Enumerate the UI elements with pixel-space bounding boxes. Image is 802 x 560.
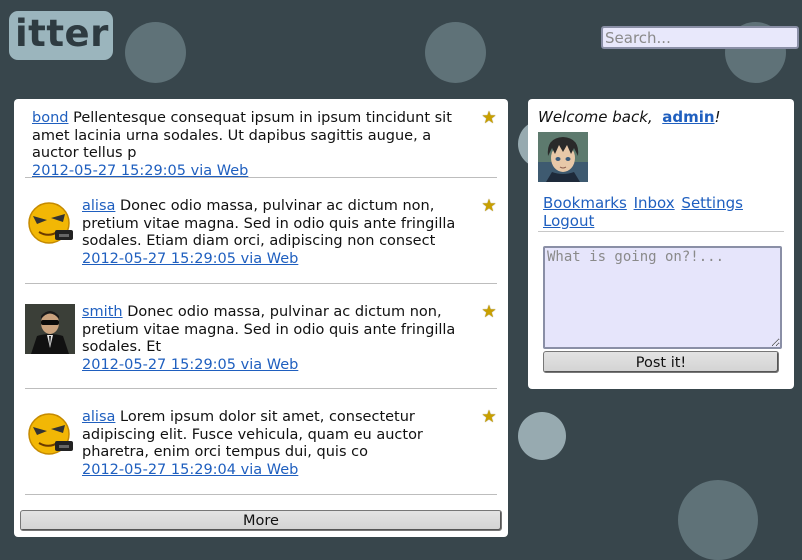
tweet-body: alisa Lorem ipsum dolor sit amet, consec… [82,409,474,479]
tweet-text: Lorem ipsum dolor sit amet, consectetur … [82,409,423,460]
account-links: Bookmarks Inbox Settings Logout [543,194,794,230]
favorite-star-icon[interactable]: ★ [481,304,497,321]
tweet-timestamp-link[interactable]: 2012-05-27 15:29:04 via Web [82,462,474,480]
more-button[interactable]: More [20,510,502,531]
search-input[interactable] [601,26,799,49]
user-avatar[interactable] [538,132,588,182]
background-circle [425,22,486,83]
favorite-star-icon[interactable]: ★ [481,110,497,127]
divider [25,388,497,389]
username-link[interactable]: admin [662,108,714,126]
inbox-link[interactable]: Inbox [634,194,675,212]
divider [25,494,497,495]
status-input[interactable] [543,246,782,349]
background-circle [125,22,186,83]
tweet-body: alisa Donec odio massa, pulvinar ac dict… [82,198,474,268]
yellow-smiley-avatar[interactable] [25,409,75,459]
welcome-message: Welcome back, admin! [538,108,721,126]
bookmarks-link[interactable]: Bookmarks [543,194,627,212]
tweet-timestamp-link[interactable]: 2012-05-27 15:29:05 via Web [82,357,462,375]
tweet-text: Donec odio massa, pulvinar ac dictum non… [82,198,456,249]
timeline-panel: bond Pellentesque consequat ipsum in ips… [14,99,508,537]
favorite-star-icon[interactable]: ★ [481,409,497,426]
tweet-text: Donec odio massa, pulvinar ac dictum non… [82,304,456,355]
divider [538,231,784,232]
sidebar-panel: Welcome back, admin! Bookmarks Inbox Set… [528,99,794,389]
tweet-body: smith Donec odio massa, pulvinar ac dict… [82,304,462,374]
tweet-text: Pellentesque consequat ipsum in ipsum ti… [32,110,452,161]
welcome-suffix: ! [714,108,721,126]
tweet-author-link[interactable]: bond [32,110,68,126]
man-in-suit-avatar[interactable] [25,304,75,354]
yellow-smiley-avatar[interactable] [25,198,75,248]
tweet-timestamp-link[interactable]: 2012-05-27 15:29:05 via Web [82,251,474,269]
app-logo[interactable]: itter [9,11,113,60]
tweet-author-link[interactable]: alisa [82,198,115,214]
divider [25,283,497,284]
background-circle [518,412,566,460]
tweet-body: bond Pellentesque consequat ipsum in ips… [32,110,472,180]
logout-link[interactable]: Logout [543,212,594,230]
tweet-author-link[interactable]: smith [82,304,123,320]
tweet-author-link[interactable]: alisa [82,409,115,425]
post-button[interactable]: Post it! [543,351,779,373]
favorite-star-icon[interactable]: ★ [481,198,497,215]
background-circle [678,480,758,560]
divider [25,177,497,178]
welcome-prefix: Welcome back, [538,108,653,126]
settings-link[interactable]: Settings [681,194,743,212]
